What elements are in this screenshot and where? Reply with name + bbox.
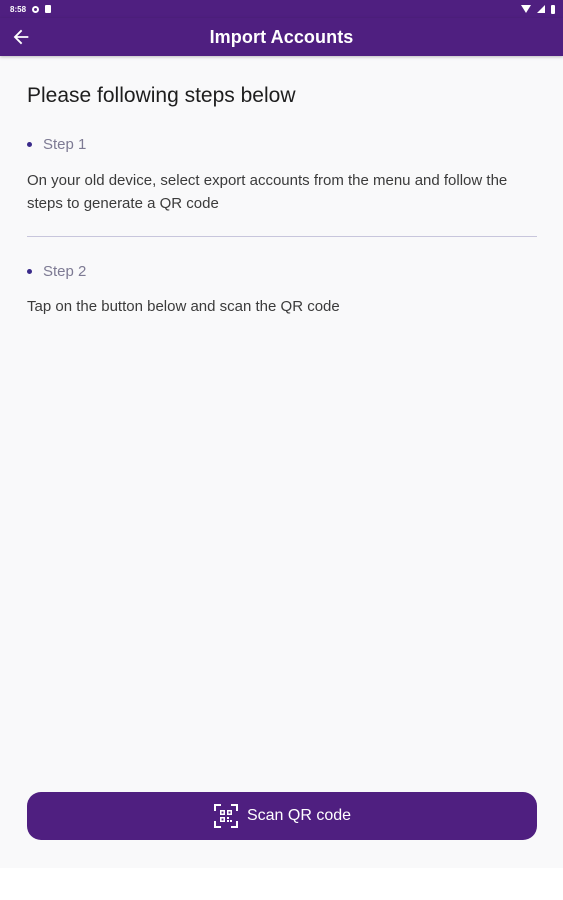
scan-qr-button[interactable]: Scan QR code xyxy=(27,792,537,840)
bullet-icon xyxy=(27,269,32,274)
status-time: 8:58 xyxy=(10,4,27,14)
step-2-row: Step 2 xyxy=(27,263,537,280)
bullet-icon xyxy=(27,142,32,147)
scan-qr-label: Scan QR code xyxy=(246,807,352,824)
status-left: 8:58 xyxy=(10,4,52,14)
wifi-icon xyxy=(521,5,531,13)
battery-icon xyxy=(551,4,555,14)
step-1-text: On your old device, select export accoun… xyxy=(27,172,508,212)
screen: 8:58 Import Accounts Please following st… xyxy=(0,0,563,900)
status-right xyxy=(521,4,555,14)
signal-icon xyxy=(537,5,545,13)
app-bar: Import Accounts xyxy=(0,18,563,56)
instructions-heading: Please following steps below xyxy=(27,84,296,107)
sd-card-icon xyxy=(45,5,52,13)
step-1-row: Step 1 xyxy=(27,136,537,153)
qr-scan-icon xyxy=(213,804,238,828)
page-title: Import Accounts xyxy=(209,26,354,47)
navigation-bar xyxy=(0,868,563,900)
status-bar: 8:58 xyxy=(0,0,563,18)
gear-icon xyxy=(32,5,40,13)
step-1-label: Step 1 xyxy=(43,136,87,153)
step-2-text: Tap on the button below and scan the QR … xyxy=(27,298,340,315)
back-button[interactable] xyxy=(6,22,36,52)
divider xyxy=(27,236,537,237)
arrow-left-icon xyxy=(13,29,29,45)
step-2-label: Step 2 xyxy=(43,263,87,280)
main-content: Please following steps below Step 1 On y… xyxy=(27,56,537,318)
